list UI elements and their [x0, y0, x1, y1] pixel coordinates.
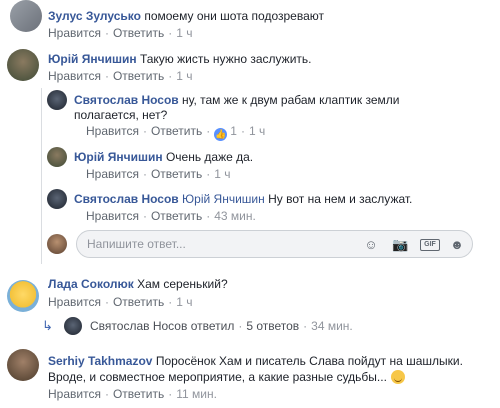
- replies-summary[interactable]: Святослав Носов ответил · 5 ответов · 34 мин…: [90, 318, 353, 334]
- reply-body: Святослав Носов ну, там же к двум рабам …: [74, 92, 399, 108]
- comment-text: Очень даже да.: [165, 150, 254, 164]
- avatar[interactable]: [7, 349, 39, 381]
- avatar[interactable]: [47, 189, 67, 209]
- camera-icon[interactable]: 📷: [392, 238, 408, 252]
- timestamp[interactable]: 1 ч: [214, 167, 230, 181]
- reply-link[interactable]: Ответить: [113, 387, 164, 401]
- like-link[interactable]: Нравится: [48, 26, 101, 40]
- avatar: [47, 234, 67, 254]
- comment-body: Лада Соколюк Хам серенький?: [48, 276, 228, 292]
- gif-icon[interactable]: GIF: [420, 239, 440, 251]
- comment-actions: Нравится · Ответить · 1 ч: [48, 25, 193, 41]
- comment-text-continued: Вроде, и совместное мероприятие, а какие…: [48, 369, 405, 385]
- emoji-icon[interactable]: ☺: [363, 238, 379, 252]
- reply-body: Юрій Янчишин Очень даже да.: [74, 149, 253, 165]
- avatar[interactable]: [7, 280, 39, 312]
- avatar[interactable]: [7, 49, 39, 81]
- separator: ·: [303, 319, 308, 333]
- separator: ·: [168, 387, 173, 401]
- timestamp[interactable]: 1 ч: [249, 124, 265, 138]
- comment-text: ну, там же к двум рабам клаптик земли: [182, 93, 400, 107]
- comment-actions: Нравится · Ответить · 1 ч: [48, 294, 193, 310]
- comment-body: Юрій Янчишин Такую жисть нужно заслужить…: [48, 51, 311, 67]
- timestamp[interactable]: 11 мин.: [176, 387, 217, 401]
- timestamp[interactable]: 1 ч: [176, 69, 192, 83]
- author-name[interactable]: Юрій Янчишин: [48, 52, 137, 66]
- comment-actions: Нравится · Ответить · 11 мин.: [48, 386, 217, 402]
- comment-text: Хам серенький?: [137, 277, 228, 291]
- reply-arrow-icon: ↳: [42, 318, 53, 333]
- reply-input-placeholder: Напишите ответ...: [87, 237, 186, 251]
- separator: ·: [168, 26, 173, 40]
- reply-link[interactable]: Ответить: [151, 209, 202, 223]
- timestamp[interactable]: 1 ч: [176, 295, 192, 309]
- author-name[interactable]: Зулус Зулусько: [48, 9, 141, 23]
- separator: ·: [104, 69, 109, 83]
- author-name[interactable]: Святослав Носов: [74, 192, 179, 206]
- author-name[interactable]: Святослав Носов: [74, 93, 179, 107]
- comment-actions: Нравится · Ответить · 43 мин.: [86, 208, 256, 224]
- comment-text-continued: полагается, нет?: [74, 108, 168, 122]
- replies-summary-author[interactable]: Святослав Носов: [90, 319, 187, 333]
- replies-summary-link[interactable]: ↳: [42, 318, 53, 334]
- separator: ·: [142, 209, 147, 223]
- like-link[interactable]: Нравится: [48, 387, 101, 401]
- like-link[interactable]: Нравится: [48, 69, 101, 83]
- separator: ·: [168, 295, 173, 309]
- author-name[interactable]: Юрій Янчишин: [74, 150, 163, 164]
- sticker-icon[interactable]: ☻: [449, 238, 465, 252]
- separator: ·: [238, 319, 243, 333]
- reply-link[interactable]: Ответить: [113, 26, 164, 40]
- author-name[interactable]: Serhiy Takhmazov: [48, 354, 152, 368]
- separator: ·: [104, 295, 109, 309]
- comment-body: Зулус Зулусько помоему они шота подозрев…: [48, 8, 324, 24]
- thumbs-up-icon: 👍: [214, 128, 228, 141]
- separator: ·: [240, 124, 245, 138]
- comment-actions: Нравится · Ответить · 1 ч: [48, 68, 193, 84]
- replies-summary-verb[interactable]: ответил: [191, 319, 235, 333]
- separator: ·: [206, 209, 211, 223]
- like-link[interactable]: Нравится: [86, 209, 139, 223]
- avatar[interactable]: [10, 0, 42, 32]
- separator: ·: [104, 387, 109, 401]
- reply-body: Святослав Носов Юрій Янчишин Ну вот на н…: [74, 191, 412, 207]
- like-link[interactable]: Нравится: [48, 295, 101, 309]
- timestamp[interactable]: 1 ч: [176, 26, 192, 40]
- reply-link[interactable]: Ответить: [113, 295, 164, 309]
- reply-input[interactable]: Напишите ответ... ☺ 📷 GIF ☻: [76, 230, 473, 258]
- like-link[interactable]: Нравится: [86, 167, 139, 181]
- avatar[interactable]: [47, 90, 67, 110]
- comment-text: Ну вот на нем и заслужат.: [268, 192, 413, 206]
- thread-line: [41, 88, 42, 264]
- separator: ·: [142, 167, 147, 181]
- like-link[interactable]: Нравится: [86, 124, 139, 138]
- comment-actions: Нравится · Ответить · 1 ч: [86, 166, 231, 182]
- comment-text: Поросёнок Хам и писатель Слава пойдут на…: [155, 354, 463, 368]
- separator: ·: [142, 124, 147, 138]
- mention-link[interactable]: Юрій Янчишин: [182, 192, 265, 206]
- replies-count[interactable]: 5 ответов: [246, 319, 299, 333]
- avatar[interactable]: [47, 147, 67, 167]
- reply-link[interactable]: Ответить: [151, 167, 202, 181]
- reply-link[interactable]: Ответить: [113, 69, 164, 83]
- timestamp[interactable]: 34 мин.: [311, 319, 353, 333]
- separator: ·: [206, 124, 211, 138]
- avatar: [64, 317, 82, 335]
- comment-text: Такую жисть нужно заслужить.: [139, 52, 312, 66]
- separator: ·: [104, 26, 109, 40]
- comment-body: Serhiy Takhmazov Поросёнок Хам и писател…: [48, 353, 463, 369]
- reply-link[interactable]: Ответить: [151, 124, 202, 138]
- smiley-emoji-icon: [390, 370, 405, 384]
- comment-text: помоему они шота подозревают: [144, 9, 325, 23]
- comment-actions: Нравится · Ответить · 👍 1 · 1 ч: [86, 123, 265, 141]
- author-name[interactable]: Лада Соколюк: [48, 277, 134, 291]
- separator: ·: [206, 167, 211, 181]
- reactions-count[interactable]: 👍 1: [214, 124, 237, 141]
- separator: ·: [168, 69, 173, 83]
- timestamp[interactable]: 43 мин.: [214, 209, 256, 223]
